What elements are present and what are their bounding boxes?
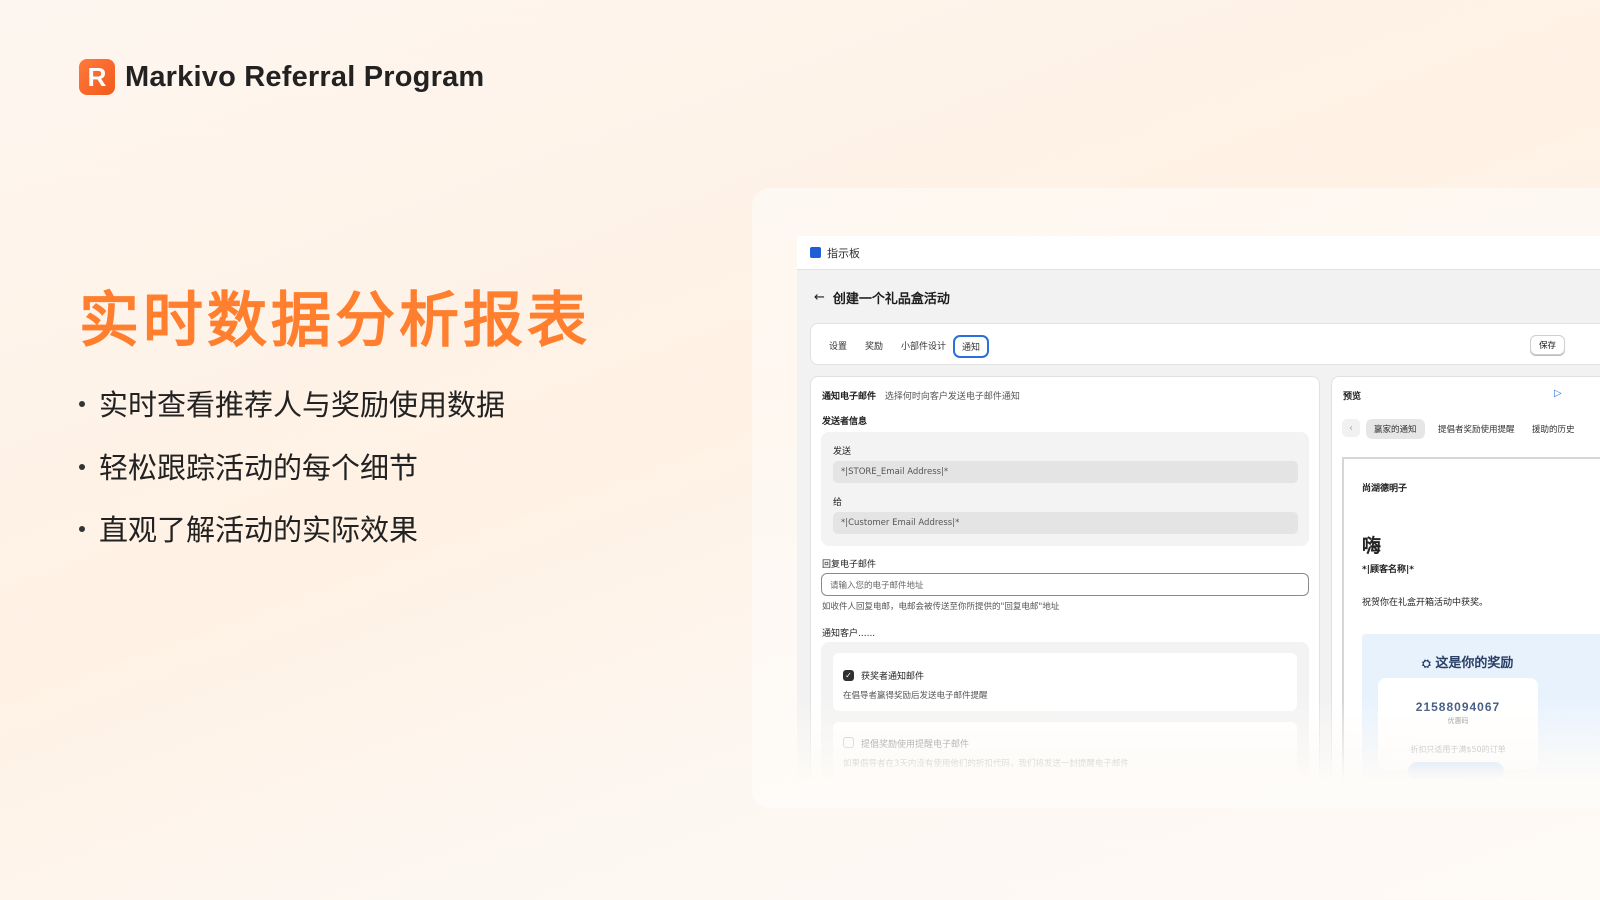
tab-notifications[interactable]: 通知 [953,335,990,358]
coupon-code: 21588094067 [1415,700,1501,714]
reward-box: ⛭ 这是你的奖励 21588094067 优惠码 折扣只适用于满$50的订单 [1362,634,1600,781]
reminder-email-option[interactable]: 提倡奖励使用提醒电子邮件 如果倡导者在3天内没有使用他们的折扣代码，我们将发送一… [833,722,1297,780]
sender-info-heading: 发送者信息 [822,417,868,427]
tab-widget-design[interactable]: 小部件设计 [895,335,952,356]
back-arrow-icon[interactable]: ← [814,290,825,305]
notify-options-box: ✓ 获奖者通知邮件 在倡导者赢得奖励后发送电子邮件提醒 提倡奖励使用提醒电子邮件… [821,642,1309,781]
topbar-label[interactable]: 指示板 [827,245,860,261]
brand-name: Markivo Referral Program [125,60,485,93]
to-label: 给 [833,498,843,508]
option-desc: 如果倡导者在3天内没有使用他们的折扣代码，我们将发送一封提醒电子邮件 [843,759,1129,769]
coupon-button[interactable] [1408,762,1504,780]
gift-icon: ⛭ [1422,657,1431,670]
feature-item: 轻松跟踪活动的每个细节 [79,435,505,498]
checkbox-unchecked-icon[interactable] [843,737,854,748]
preview-title: 预览 [1343,392,1362,402]
save-button[interactable]: 保存 [1530,335,1566,355]
settings-tabs: 设置 奖励 小部件设计 通知 保存 [810,323,1600,365]
congrats-text: 祝贺你在礼盒开箱活动中获奖。 [1362,598,1489,608]
brand-logo: R [79,59,115,95]
greeting: 嗨 [1362,535,1382,557]
reply-email-help: 如收件人回复电邮，电邮会被传送至你所提供的"回复电邮"地址 [822,602,1060,612]
winner-email-option[interactable]: ✓ 获奖者通知邮件 在倡导者赢得奖励后发送电子邮件提醒 [833,653,1297,711]
option-desc: 在倡导者赢得奖励后发送电子邮件提醒 [843,691,988,701]
tab-rewards[interactable]: 奖励 [859,335,889,356]
email-preview: 尚湖德明子 嗨 *|顾客名称|* 祝贺你在礼盒开箱活动中获奖。 ⛭ 这是你的奖励… [1342,457,1600,781]
bullet-dot-icon [79,526,85,533]
preview-card: 预览 ▷ ‹ 赢家的通知 提倡者奖励使用提醒 援助的历史 尚湖德明子 嗨 *|顾… [1331,376,1600,781]
dashboard-icon [810,247,821,258]
reply-email-label: 回复电子邮件 [822,560,877,570]
preview-tab-history[interactable]: 援助的历史 [1524,419,1583,439]
notify-customers-label: 通知客户...... [822,629,876,639]
feature-item: 实时查看推荐人与奖励使用数据 [79,372,505,435]
from-field[interactable]: *|STORE_Email Address|* [833,461,1298,483]
page-title: ← 创建一个礼品盒活动 [814,290,950,307]
play-icon[interactable]: ▷ [1554,388,1562,399]
bullet-dot-icon [79,463,85,470]
feature-item: 直观了解活动的实际效果 [79,497,505,560]
customer-name: *|顾客名称|* [1362,565,1414,575]
checkbox-checked-icon[interactable]: ✓ [843,670,854,681]
option-title: 提倡奖励使用提醒电子邮件 [861,740,970,750]
sender-info-box: 发送 *|STORE_Email Address|* 给 *|Customer … [821,432,1309,546]
feature-list: 实时查看推荐人与奖励使用数据 轻松跟踪活动的每个细节 直观了解活动的实际效果 [79,372,505,560]
preview-tab-reminder[interactable]: 提倡者奖励使用提醒 [1430,419,1523,439]
headline: 实时数据分析报表 [79,286,591,356]
to-field[interactable]: *|Customer Email Address|* [833,512,1298,534]
section-heading: 通知电子邮件 选择何时向客户发送电子邮件通知 [822,392,1020,402]
coupon-note: 折扣只适用于满$50的订单 [1410,745,1506,754]
bullet-dot-icon [79,401,85,408]
tab-settings[interactable]: 设置 [823,335,853,356]
preview-tab-winner[interactable]: 赢家的通知 [1366,419,1425,439]
store-name: 尚湖德明子 [1362,484,1408,494]
app-screenshot: 指示板 ← 创建一个礼品盒活动 设置 奖励 小部件设计 通知 保存 通知电子邮件… [797,236,1600,781]
brand: R Markivo Referral Program [79,59,484,95]
reply-email-input[interactable]: 请输入您的电子邮件地址 [821,573,1309,596]
coupon-label: 优惠码 [1447,717,1469,725]
option-title: 获奖者通知邮件 [861,672,925,682]
chevron-left-icon[interactable]: ‹ [1342,419,1360,437]
reward-title: ⛭ 这是你的奖励 [1422,656,1514,671]
from-label: 发送 [833,447,852,457]
notification-email-card: 通知电子邮件 选择何时向客户发送电子邮件通知 发送者信息 发送 *|STORE_… [810,376,1320,781]
coupon-card: 21588094067 优惠码 折扣只适用于满$50的订单 [1378,678,1538,780]
app-topbar: 指示板 [797,236,1600,270]
